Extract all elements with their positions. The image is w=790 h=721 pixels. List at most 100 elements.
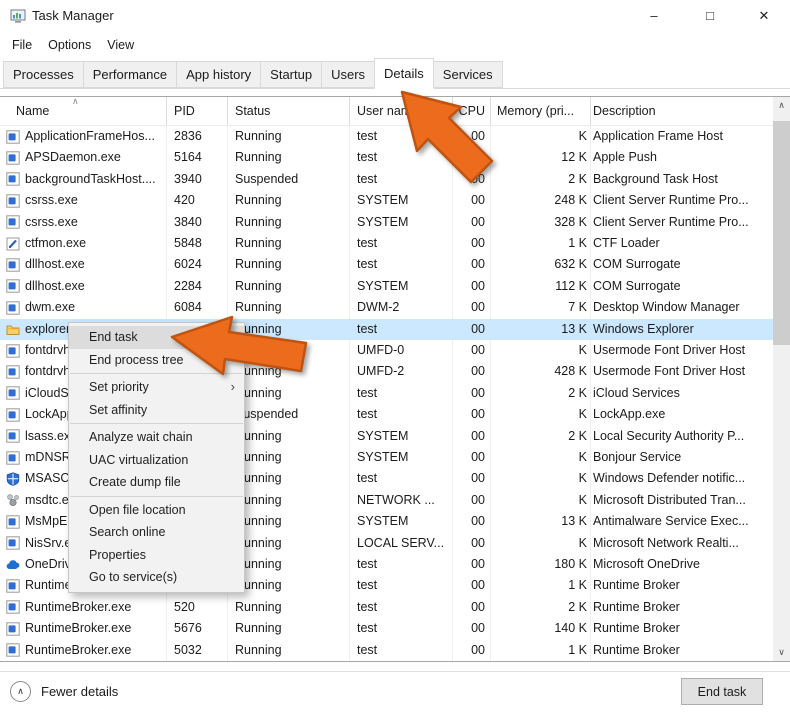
vertical-scrollbar[interactable]: ∧ ∨ [773,97,790,661]
table-row-apsdaemon-exe-5164[interactable]: APSDaemon.exe 5164 Running test 00 12 K Apple … [0,147,773,168]
table-row-runtimebroker-exe-5032[interactable]: RuntimeBroker.exe 5032 Running test 00 1 K Run… [0,640,773,661]
cloud-icon [6,558,20,572]
table-row-dllhost-exe-6024[interactable]: dllhost.exe 6024 Running test 00 632 K COM Sur… [0,254,773,275]
process-user: test [357,129,378,143]
default-app-icon [6,579,20,593]
table-row-csrss-exe-420[interactable]: csrss.exe 420 Running SYSTEM 00 248 K Client S… [0,190,773,211]
process-user: SYSTEM [357,428,409,443]
scroll-up-button[interactable]: ∧ [773,97,790,114]
minimize-button[interactable]: – [631,0,677,31]
tab-services[interactable]: Services [432,61,503,88]
scrollbar-thumb[interactable] [773,121,790,345]
tab-users[interactable]: Users [321,61,376,88]
process-status: Running [235,343,282,357]
column-header-name[interactable]: Name [16,97,49,125]
tab-app-history[interactable]: App history [176,61,262,88]
process-memory: 13 K [561,514,587,529]
process-status: Running [235,492,282,507]
menu-item-analyze-wait-chain[interactable]: Analyze wait chain [69,426,244,449]
table-row-dllhost-exe-2284[interactable]: dllhost.exe 2284 Running SYSTEM 00 112 K COM S… [0,276,773,297]
fewer-details-toggle[interactable]: ∧ Fewer details [10,681,118,702]
window-title: Task Manager [32,8,114,23]
process-user: SYSTEM [357,278,409,293]
table-row-ctfmon-exe-5848[interactable]: ctfmon.exe 5848 Running test 00 1 K CTF Loader [0,233,773,254]
menu-item-create-dump-file[interactable]: Create dump file [69,471,244,494]
task-manager-app-icon [10,8,26,24]
table-row-dwm-exe-6084[interactable]: dwm.exe 6084 Running DWM-2 00 7 K Desktop Wind… [0,297,773,318]
menu-item-set-affinity[interactable]: Set affinity [69,399,244,422]
table-row-applicationframehos-2836[interactable]: ApplicationFrameHos... 2836 Running test 00 K… [0,126,773,147]
menu-options[interactable]: Options [40,35,99,55]
column-header-pid[interactable]: PID [174,97,195,125]
process-description: COM Surrogate [593,257,681,272]
process-description: Application Frame Host [593,129,723,143]
process-status: Running [235,321,282,336]
menu-item-uac-virtualization[interactable]: UAC virtualization [69,449,244,472]
tab-details[interactable]: Details [374,58,434,89]
process-memory: K [578,343,587,357]
column-header-memory-pri[interactable]: Memory (pri... [497,97,574,125]
table-row-backgroundtaskhost-3940[interactable]: backgroundTaskHost.... 3940 Suspended test 0… [0,169,773,190]
tab-startup[interactable]: Startup [260,61,323,88]
sort-ascending-icon: ∧ [72,96,79,106]
column-header-cpu[interactable]: CPU [440,97,485,125]
submenu-arrow-icon: › [230,379,235,394]
column-header-status[interactable]: Status [235,97,270,125]
shield-icon [6,472,20,486]
column-separator [349,97,350,125]
table-row-csrss-exe-3840[interactable]: csrss.exe 3840 Running SYSTEM 00 328 K Client … [0,212,773,233]
process-user: UMFD-2 [357,364,405,379]
column-header-description[interactable]: Description [593,97,656,125]
process-name: dwm.exe [25,300,76,315]
process-pid: 2284 [174,278,202,293]
process-user: test [357,385,378,400]
close-button[interactable]: ✕ [741,0,787,31]
default-app-icon [6,600,20,614]
menu-view[interactable]: View [99,35,142,55]
menu-file[interactable]: File [4,35,40,55]
menu-item-end-task[interactable]: End task [69,326,244,349]
column-separator [227,97,228,125]
process-user: SYSTEM [357,214,409,229]
menu-separator [70,423,243,424]
process-status: Running [235,599,282,614]
maximize-button[interactable]: □ [687,0,733,31]
default-app-icon [6,386,20,400]
process-status: Running [235,514,282,529]
process-pid: 5848 [174,236,202,250]
default-app-icon [6,429,20,443]
table-row-runtimebroker-exe-520[interactable]: RuntimeBroker.exe 520 Running test 00 2 K Runt… [0,597,773,618]
end-task-button[interactable]: End task [681,678,763,705]
process-memory: 1 K [568,578,587,593]
process-description: Local Security Authority P... [593,428,745,443]
process-description: Runtime Broker [593,621,680,636]
scroll-down-button[interactable]: ∨ [773,644,790,661]
menu-separator [70,495,243,497]
process-pid: 2836 [174,129,202,143]
task-manager-window: Task Manager – □ ✕ File Options View Proce… [0,0,790,721]
process-name: csrss.exe [25,193,78,208]
menu-item-properties[interactable]: Properties [69,544,244,567]
process-user: test [357,471,378,486]
column-header-user-name[interactable]: User name [357,97,418,125]
tab-processes[interactable]: Processes [3,61,84,88]
process-user: LOCAL SERV... [357,535,445,550]
process-memory: 12 K [561,150,587,165]
process-memory: K [578,492,587,507]
process-description: Runtime Broker [593,642,680,657]
fewer-details-label: Fewer details [41,684,119,699]
process-description: Apple Push [593,150,657,165]
menu-item-open-file-location[interactable]: Open file location [69,499,244,522]
process-user: test [357,257,378,272]
menu-item-go-to-service-s[interactable]: Go to service(s) [69,566,244,589]
process-status: Running [235,150,282,165]
menu-item-search-online[interactable]: Search online [69,521,244,544]
menu-item-end-process-tree[interactable]: End process tree [69,349,244,372]
tab-performance[interactable]: Performance [82,61,178,88]
process-pid: 5164 [174,150,202,165]
menu-item-set-priority[interactable]: Set priority › [69,376,244,399]
process-user: test [357,599,378,614]
table-row-runtimebroker-exe-5676[interactable]: RuntimeBroker.exe 5676 Running test 00 140 KR… [0,618,773,639]
process-description: COM Surrogate [593,278,681,293]
process-description: Usermode Font Driver Host [593,343,746,357]
